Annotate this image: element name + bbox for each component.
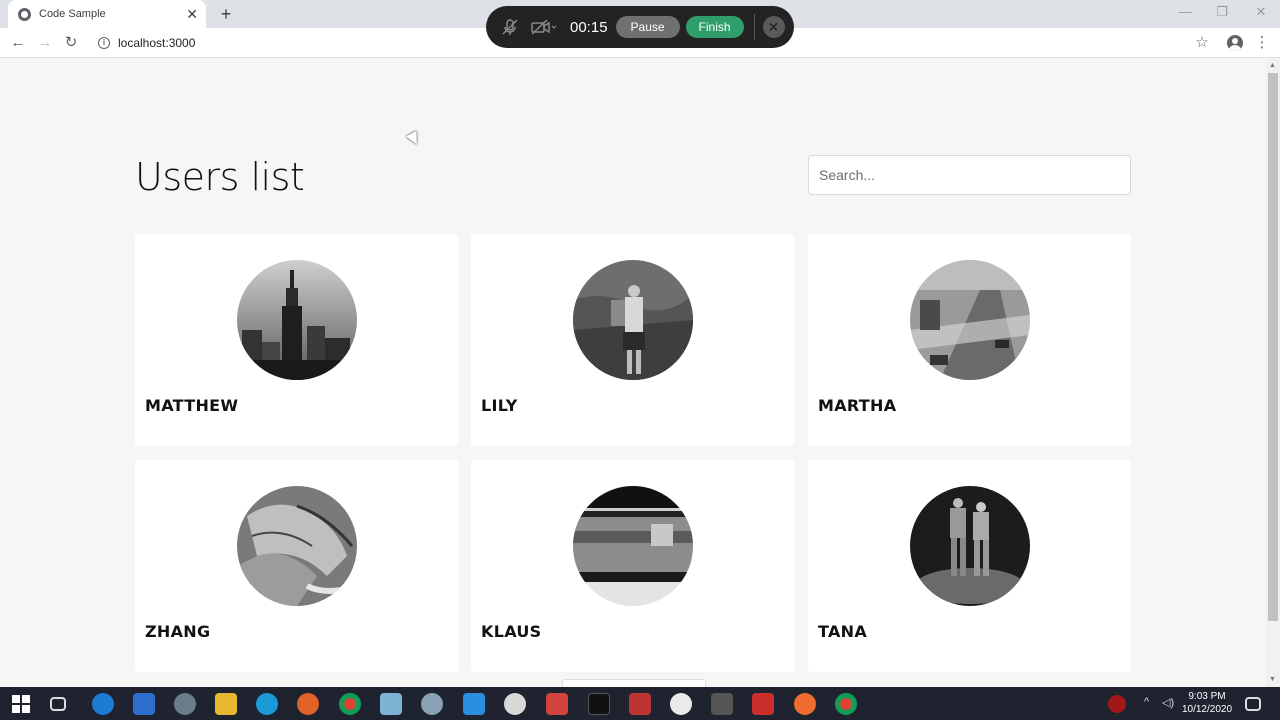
user-card[interactable]: TANA [808,460,1131,672]
site-info-icon[interactable]: i [98,37,110,49]
user-avatar [573,260,693,380]
next-row-card-edge [562,679,706,687]
window-close-icon[interactable]: ✕ [1251,4,1271,20]
user-card[interactable]: KLAUS [471,460,794,672]
app-icon[interactable] [546,693,568,715]
reload-button[interactable]: ↻ [61,33,81,53]
firefox-icon[interactable] [297,693,319,715]
divider [753,14,755,40]
user-avatar [237,486,357,606]
acrobat-icon[interactable] [752,693,774,715]
scrollbar-thumb[interactable] [1268,73,1278,621]
user-name: MARTHA [818,396,897,415]
user-name: TANA [818,622,868,641]
tab-close-icon[interactable]: ✕ [186,7,198,21]
page-content: Users list MATTHEW [0,59,1266,687]
close-recorder-icon[interactable]: ✕ [762,16,785,38]
address-bar[interactable]: localhost:3000 [118,36,195,50]
clock-time: 9:03 PM [1188,691,1226,702]
scroll-up-icon[interactable]: ▲ [1269,62,1276,69]
windows-taskbar: ^ ◁) 9:03 PM 10/12/2020 [0,687,1280,720]
clock-date: 10/12/2020 [1181,704,1233,715]
back-button[interactable]: ← [8,33,28,53]
microphone-muted-icon[interactable] [500,17,520,37]
screen-recorder-bar: 00:15 Pause Finish ✕ [486,6,794,48]
edge-icon[interactable] [256,693,278,715]
user-card[interactable]: MARTHA [808,234,1131,446]
taskbar-clock[interactable]: 9:03 PM 10/12/2020 [1176,690,1238,716]
internet-explorer-icon[interactable] [92,693,114,715]
search-input[interactable] [808,155,1131,195]
file-explorer-icon[interactable] [215,693,237,715]
user-name: KLAUS [481,622,542,641]
windows-start-icon[interactable] [10,693,32,715]
chrome-icon[interactable] [835,693,857,715]
user-avatar [237,260,357,380]
browser-menu-icon[interactable]: ⋮ [1252,33,1272,53]
user-name: ZHANG [145,622,211,641]
powershell-icon[interactable] [133,693,155,715]
paint-icon[interactable] [421,693,443,715]
finish-button[interactable]: Finish [685,16,744,38]
user-card[interactable]: LILY [471,234,794,446]
user-name: LILY [481,396,518,415]
github-desktop-icon[interactable] [504,693,526,715]
user-card[interactable]: ZHANG [135,460,458,672]
forward-button[interactable]: → [35,33,55,53]
chrome-icon[interactable] [339,693,361,715]
camera-off-icon[interactable] [530,17,558,37]
restore-icon[interactable]: ❐ [1212,4,1232,20]
user-avatar [910,486,1030,606]
tab-title: Code Sample [39,8,106,20]
app-icon[interactable] [588,693,610,715]
user-card[interactable]: MATTHEW [135,234,458,446]
user-name: MATTHEW [145,396,239,415]
tray-chevron-icon[interactable]: ^ [1144,696,1149,708]
globe-icon [18,7,31,21]
profile-avatar-icon[interactable] [1227,35,1243,51]
pause-button[interactable]: Pause [615,16,680,38]
app-icon[interactable] [174,693,196,715]
browser-tab[interactable]: Code Sample ✕ [8,0,206,28]
vscode-icon[interactable] [463,693,485,715]
app-icon[interactable] [794,693,816,715]
user-avatar [573,486,693,606]
app-icon[interactable] [629,693,651,715]
cloud-icon[interactable] [670,693,692,715]
scroll-down-icon[interactable]: ▼ [1269,676,1276,683]
app-icon[interactable] [711,693,733,715]
minimize-icon[interactable]: — [1175,4,1195,19]
tray-app-icon[interactable] [1108,695,1126,713]
recording-timer: 00:15 [570,18,608,36]
new-tab-button[interactable]: + [216,4,236,24]
notepad-icon[interactable] [380,693,402,715]
page-scrollbar[interactable]: ▲ ▼ [1266,59,1280,687]
page-title: Users list [135,155,305,199]
notifications-icon[interactable] [1245,697,1261,711]
task-view-icon[interactable] [50,697,66,711]
volume-icon[interactable]: ◁) [1162,696,1174,709]
bookmark-star-icon[interactable]: ☆ [1192,33,1212,53]
user-avatar [910,260,1030,380]
